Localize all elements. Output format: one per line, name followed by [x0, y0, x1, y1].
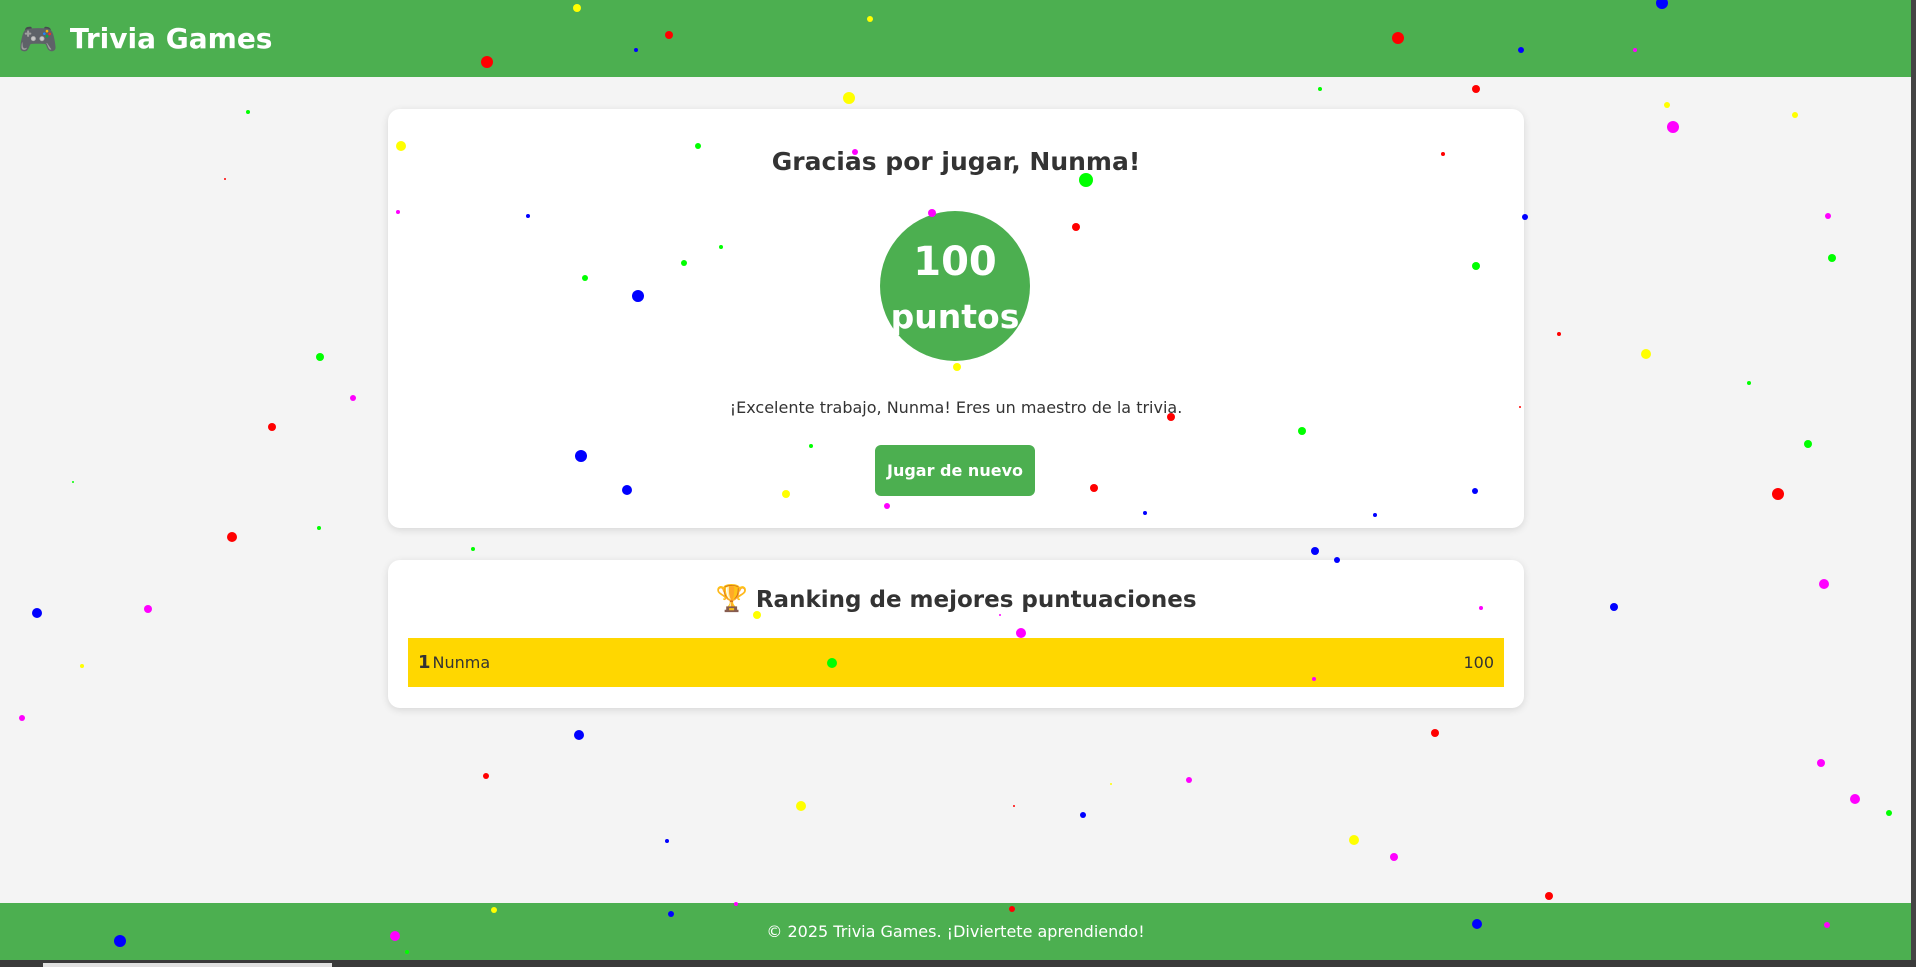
confetti-dot — [1013, 805, 1015, 807]
trophy-icon: 🏆 — [715, 584, 748, 614]
confetti-dot — [268, 423, 276, 431]
confetti-dot — [80, 664, 84, 668]
ranking-title: 🏆 Ranking de mejores puntuaciones — [388, 584, 1524, 614]
confetti-dot — [1747, 381, 1751, 385]
confetti-dot — [843, 92, 855, 104]
ranking-title-text: Ranking de mejores puntuaciones — [755, 587, 1197, 613]
confetti-dot — [1318, 87, 1322, 91]
confetti-dot — [1792, 112, 1798, 118]
confetti-dot — [316, 353, 324, 361]
results-card: Gracias por jugar, Nunma! 100 puntos ¡Ex… — [388, 109, 1524, 528]
confetti-dot — [1804, 440, 1812, 448]
confetti-dot — [1349, 835, 1359, 845]
app-title[interactable]: Trivia Games — [70, 22, 273, 55]
confetti-dot — [1390, 853, 1398, 861]
gamepad-icon: 🎮 — [18, 19, 58, 58]
confetti-dot — [19, 715, 25, 721]
confetti-dot — [1825, 213, 1831, 219]
confetti-dot — [1186, 777, 1192, 783]
confetti-dot — [1819, 579, 1829, 589]
confetti-dot — [1557, 332, 1561, 336]
confetti-dot — [1886, 810, 1892, 816]
confetti-dot — [1110, 783, 1112, 785]
ranking-card: 🏆 Ranking de mejores puntuaciones 1 Nunma… — [388, 560, 1524, 708]
confetti-dot — [224, 178, 226, 180]
confetti-dot — [32, 608, 42, 618]
confetti-dot — [1472, 85, 1480, 93]
result-message: ¡Excelente trabajo, Nunma! Eres un maest… — [729, 398, 1183, 417]
ranking-row: 1 Nunma 100 — [408, 638, 1504, 687]
confetti-dot — [796, 801, 806, 811]
confetti-dot — [1772, 488, 1784, 500]
confetti-dot — [1817, 759, 1825, 767]
score-circle: 100 puntos — [880, 211, 1030, 361]
footer-text: © 2025 Trivia Games. ¡Diviertete aprendi… — [766, 922, 1145, 941]
confetti-dot — [1828, 254, 1836, 262]
confetti-dot — [665, 839, 669, 843]
score-value: 100 — [913, 239, 997, 285]
confetti-dot — [1850, 794, 1860, 804]
confetti-dot — [574, 730, 584, 740]
confetti-dot — [1641, 349, 1651, 359]
confetti-dot — [1080, 812, 1086, 818]
app-footer: © 2025 Trivia Games. ¡Diviertete aprendi… — [0, 903, 1911, 960]
confetti-dot — [1431, 729, 1439, 737]
taskbar-tab — [43, 963, 332, 967]
results-title: Gracias por jugar, Nunma! — [771, 147, 1141, 176]
app-header: 🎮 Trivia Games — [0, 0, 1911, 77]
confetti-dot — [246, 110, 250, 114]
confetti-dot — [144, 605, 152, 613]
score-unit: puntos — [890, 297, 1020, 336]
confetti-dot — [350, 395, 356, 401]
confetti-dot — [72, 481, 74, 483]
confetti-dot — [1311, 547, 1319, 555]
confetti-dot — [1545, 892, 1553, 900]
confetti-dot — [1610, 603, 1618, 611]
rank-score: 100 — [1463, 653, 1494, 672]
confetti-dot — [1664, 102, 1670, 108]
play-again-button[interactable]: Jugar de nuevo — [875, 445, 1035, 496]
rank-position: 1 — [418, 652, 431, 673]
confetti-dot — [317, 526, 321, 530]
confetti-dot — [1667, 121, 1679, 133]
confetti-dot — [227, 532, 237, 542]
rank-player-name: Nunma — [432, 653, 491, 672]
confetti-dot — [483, 773, 489, 779]
confetti-dot — [471, 547, 475, 551]
window-edge — [1911, 0, 1916, 967]
